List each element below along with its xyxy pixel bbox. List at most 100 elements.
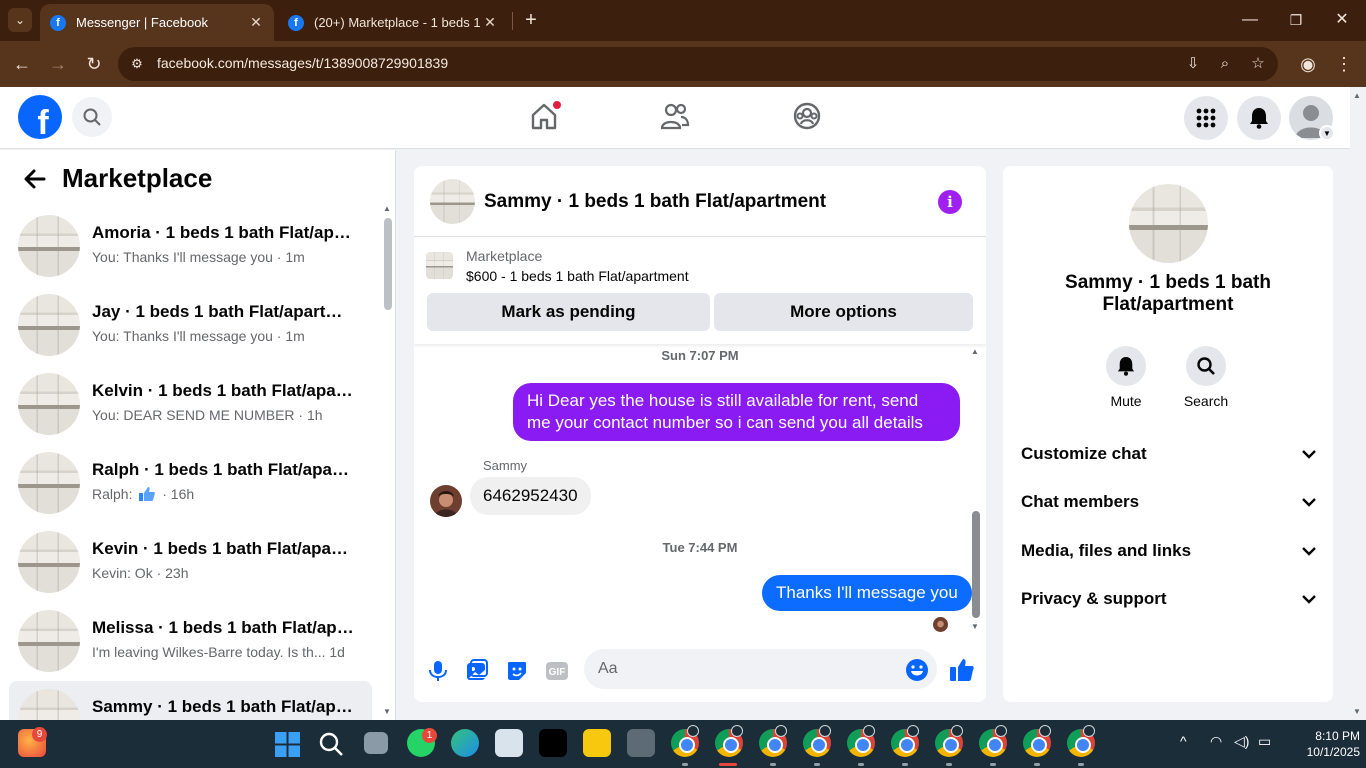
- bell-icon: [1117, 357, 1135, 376]
- chrome-profile-icon[interactable]: [715, 725, 743, 757]
- list-scroll-down-arrow[interactable]: ▼: [383, 707, 391, 716]
- customize-chat-section[interactable]: Customize chat: [1021, 444, 1321, 468]
- privacy-support-section[interactable]: Privacy & support: [1021, 589, 1321, 613]
- search-icon[interactable]: [319, 732, 344, 757]
- browser-menu-icon[interactable]: ⋮: [1330, 50, 1358, 78]
- photo-icon[interactable]: [465, 659, 489, 683]
- message-input[interactable]: Aa: [584, 649, 937, 689]
- conversation-item-selected[interactable]: Sammy · 1 beds 1 bath Flat/apartment: [9, 681, 372, 720]
- conversation-item[interactable]: Kelvin · 1 beds 1 bath Flat/apartment Yo…: [9, 365, 372, 440]
- chat-details-panel: Sammy · 1 beds 1 bath Flat/apartment Mut…: [1003, 166, 1333, 702]
- sender-avatar[interactable]: [430, 485, 462, 517]
- section-label: Chat members: [1021, 492, 1140, 511]
- tiktok-icon[interactable]: [539, 729, 567, 757]
- windows-start-icon[interactable]: [275, 732, 300, 757]
- chat-listing-thumbnail[interactable]: [430, 179, 475, 224]
- emoji-icon[interactable]: [905, 658, 929, 682]
- chat-title[interactable]: Sammy · 1 beds 1 bath Flat/apartment: [484, 191, 826, 213]
- microphone-icon[interactable]: [426, 659, 450, 683]
- groups-icon[interactable]: [792, 101, 822, 131]
- marketplace-conversation-list: Marketplace Amoria · 1 beds 1 bath Flat/…: [0, 150, 396, 720]
- tab-close-icon[interactable]: ✕: [482, 14, 498, 31]
- listing-thumbnail: [18, 531, 80, 593]
- chat-scrollbar-thumb[interactable]: [972, 511, 980, 618]
- search-button[interactable]: [72, 97, 112, 137]
- tab-search-button[interactable]: ⌄: [8, 8, 32, 32]
- chrome-profile-icon[interactable]: [759, 725, 787, 757]
- chrome-profile-icon[interactable]: [803, 725, 831, 757]
- chrome-profile-icon[interactable]: [979, 725, 1007, 757]
- back-button[interactable]: ←: [8, 50, 36, 78]
- browser-tab-bar: ⌄ f Messenger | Facebook ✕ f (20+) Marke…: [0, 0, 1366, 41]
- url-text[interactable]: facebook.com/messages/t/1389008729901839: [157, 55, 448, 71]
- chat-members-section[interactable]: Chat members: [1021, 492, 1321, 516]
- media-files-links-section[interactable]: Media, files and links: [1021, 541, 1321, 565]
- tab-close-icon[interactable]: ✕: [248, 14, 264, 31]
- like-thumbs-up-icon[interactable]: [949, 657, 975, 683]
- show-hidden-icons-chevron-icon[interactable]: ^: [1180, 733, 1187, 749]
- chrome-profile-icon[interactable]: [1023, 725, 1051, 757]
- incoming-message[interactable]: 6462952430: [470, 477, 591, 515]
- minimize-button[interactable]: —: [1228, 6, 1272, 34]
- tab-messenger[interactable]: f Messenger | Facebook ✕: [40, 4, 274, 41]
- listing-photo[interactable]: [1129, 184, 1208, 263]
- sticker-icon[interactable]: [505, 659, 529, 683]
- mute-button[interactable]: Mute: [1096, 346, 1156, 409]
- site-info-icon[interactable]: ⚙: [128, 55, 146, 73]
- forward-button[interactable]: →: [44, 50, 72, 78]
- chrome-profile-icon[interactable]: [891, 725, 919, 757]
- account-chevron-down-icon[interactable]: ▼: [1319, 125, 1335, 141]
- info-icon[interactable]: i: [938, 190, 962, 214]
- gif-icon[interactable]: GIF: [545, 659, 569, 683]
- zoom-icon[interactable]: ⌕: [1214, 54, 1236, 74]
- conversation-item[interactable]: Jay · 1 beds 1 bath Flat/apartment You: …: [9, 286, 372, 361]
- sticky-notes-icon[interactable]: [583, 729, 611, 757]
- tab-marketplace[interactable]: f (20+) Marketplace - 1 beds 1 bath Flat…: [278, 4, 508, 41]
- mark-as-pending-button[interactable]: Mark as pending: [427, 293, 710, 331]
- close-window-button[interactable]: ✕: [1320, 6, 1364, 34]
- page-scroll-down-arrow[interactable]: ▼: [1353, 707, 1361, 716]
- edge-icon[interactable]: [451, 729, 479, 757]
- task-view-icon[interactable]: [364, 732, 388, 754]
- back-arrow-icon[interactable]: [22, 166, 48, 192]
- list-scroll-up-arrow[interactable]: ▲: [383, 204, 391, 213]
- snipping-tool-icon[interactable]: [495, 729, 523, 757]
- list-scrollbar-thumb[interactable]: [384, 218, 392, 310]
- chrome-profile-icon[interactable]: [847, 725, 875, 757]
- calculator-icon[interactable]: [627, 729, 655, 757]
- chrome-profile-icon[interactable]: [671, 725, 699, 757]
- menu-button[interactable]: [1184, 96, 1228, 140]
- listing-thumbnail: [18, 294, 80, 356]
- search-conversation-button[interactable]: Search: [1176, 346, 1236, 409]
- profile-icon[interactable]: ◉: [1294, 50, 1322, 78]
- chevron-down-icon: [1302, 595, 1316, 604]
- omnibox[interactable]: ⚙ facebook.com/messages/t/13890087299018…: [118, 47, 1278, 81]
- chrome-profile-icon[interactable]: [1067, 725, 1095, 757]
- outgoing-message[interactable]: Thanks I'll message you: [762, 575, 972, 611]
- page-scroll-up-arrow[interactable]: ▲: [1353, 91, 1361, 100]
- facebook-logo-icon[interactable]: f: [18, 95, 62, 139]
- volume-icon[interactable]: ◁): [1234, 733, 1249, 750]
- bookmark-star-icon[interactable]: ☆: [1247, 54, 1269, 74]
- conversation-item[interactable]: Melissa · 1 beds 1 bath Flat/apartment I…: [9, 602, 372, 677]
- notifications-button[interactable]: [1237, 96, 1281, 140]
- reload-button[interactable]: ↻: [80, 50, 108, 78]
- conversation-item[interactable]: Amoria · 1 beds 1 bath Flat/apartment Yo…: [9, 207, 372, 282]
- listing-price[interactable]: $600 - 1 beds 1 bath Flat/apartment: [466, 268, 689, 284]
- tab-title: (20+) Marketplace - 1 beds 1 bath Flat/a…: [314, 15, 482, 30]
- new-tab-button[interactable]: +: [520, 8, 542, 32]
- chat-scroll-down-arrow[interactable]: ▼: [971, 622, 979, 631]
- conversation-item[interactable]: Kevin · 1 beds 1 bath Flat/apartment Kev…: [9, 523, 372, 598]
- friends-icon[interactable]: [660, 101, 690, 131]
- conversation-item[interactable]: Ralph · 1 beds 1 bath Flat/apartment Ral…: [9, 444, 372, 519]
- chat-scroll-up-arrow[interactable]: ▲: [971, 347, 979, 356]
- wifi-icon[interactable]: ◠: [1210, 733, 1222, 750]
- install-app-icon[interactable]: ⇩: [1182, 54, 1204, 74]
- maximize-button[interactable]: ❐: [1274, 6, 1318, 34]
- outgoing-message[interactable]: Hi Dear yes the house is still available…: [513, 383, 960, 441]
- battery-icon[interactable]: ▭: [1258, 733, 1271, 750]
- more-options-button[interactable]: More options: [714, 293, 973, 331]
- system-clock[interactable]: 8:10 PM 10/1/2025: [1288, 728, 1360, 760]
- chrome-profile-icon[interactable]: [935, 725, 963, 757]
- facebook-header: f: [0, 87, 1350, 149]
